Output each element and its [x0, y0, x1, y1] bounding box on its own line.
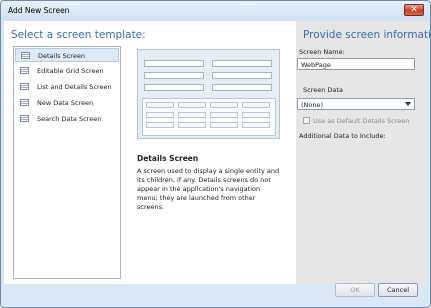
template-icon: [20, 83, 29, 90]
template-heading: Select a screen template:: [11, 29, 146, 41]
preview-grid-cell: [146, 102, 174, 108]
screen-data-label: Screen Data: [303, 86, 343, 94]
close-icon: ✕: [410, 5, 418, 15]
template-description-text: A screen used to display a single entity…: [137, 167, 280, 211]
screen-data-value: (None): [301, 101, 324, 109]
preview-field: [144, 84, 204, 91]
template-label: Details Screen: [38, 52, 85, 60]
preview-grid-cell: [242, 112, 270, 118]
template-item-search-data-screen[interactable]: Search Data Screen: [15, 112, 119, 126]
chevron-down-icon: [405, 102, 411, 106]
preview-field: [144, 72, 204, 79]
default-details-checkbox[interactable]: [303, 117, 310, 124]
screen-name-input[interactable]: WebPage: [297, 58, 415, 70]
template-label: New Data Screen: [37, 99, 94, 107]
preview-field: [144, 60, 204, 67]
preview-field: [212, 72, 272, 79]
additional-data-label: Additional Data to Include:: [299, 132, 386, 140]
preview-grid-cell: [210, 112, 238, 118]
preview-grid-cell: [210, 122, 238, 128]
window-title: Add New Screen: [8, 6, 70, 15]
template-label: Editable Grid Screen: [37, 67, 104, 75]
add-new-screen-dialog: Add New Screen ✕ Select a screen templat…: [0, 0, 431, 308]
preview-grid-cell: [146, 122, 174, 128]
preview-grid-cell: [242, 122, 270, 128]
template-icon: [20, 115, 29, 122]
preview-grid-cell: [178, 122, 206, 128]
title-bar: Add New Screen ✕: [1, 1, 430, 21]
template-icon: [20, 67, 29, 74]
screen-info-heading: Provide screen information:: [303, 29, 431, 41]
preview-field: [212, 60, 272, 67]
template-icon: [20, 99, 29, 106]
template-list[interactable]: Details Screen Editable Grid Screen List…: [13, 46, 121, 279]
template-preview-image: [137, 49, 280, 139]
preview-grid-cell: [178, 102, 206, 108]
screen-data-dropdown[interactable]: (None): [297, 98, 415, 110]
template-label: Search Data Screen: [37, 115, 102, 123]
close-button[interactable]: ✕: [404, 4, 424, 16]
screen-name-value: WebPage: [301, 61, 331, 69]
template-icon: [21, 52, 30, 59]
template-label: List and Details Screen: [37, 83, 112, 91]
template-item-new-data-screen[interactable]: New Data Screen: [15, 96, 119, 110]
template-item-editable-grid-screen[interactable]: Editable Grid Screen: [15, 64, 119, 78]
screen-name-label: Screen Name:: [299, 48, 345, 56]
preview-grid-cell: [210, 102, 238, 108]
preview-field: [212, 84, 272, 91]
template-item-list-and-details-screen[interactable]: List and Details Screen: [15, 80, 119, 94]
preview-grid-cell: [178, 112, 206, 118]
template-item-details-screen[interactable]: Details Screen: [15, 48, 119, 62]
template-description-title: Details Screen: [137, 154, 199, 163]
preview-grid-cell: [242, 102, 270, 108]
default-details-label: Use as Default Details Screen: [313, 117, 410, 125]
ok-button[interactable]: OK: [335, 283, 375, 297]
preview-grid-cell: [146, 112, 174, 118]
cancel-button[interactable]: Cancel: [378, 283, 418, 297]
